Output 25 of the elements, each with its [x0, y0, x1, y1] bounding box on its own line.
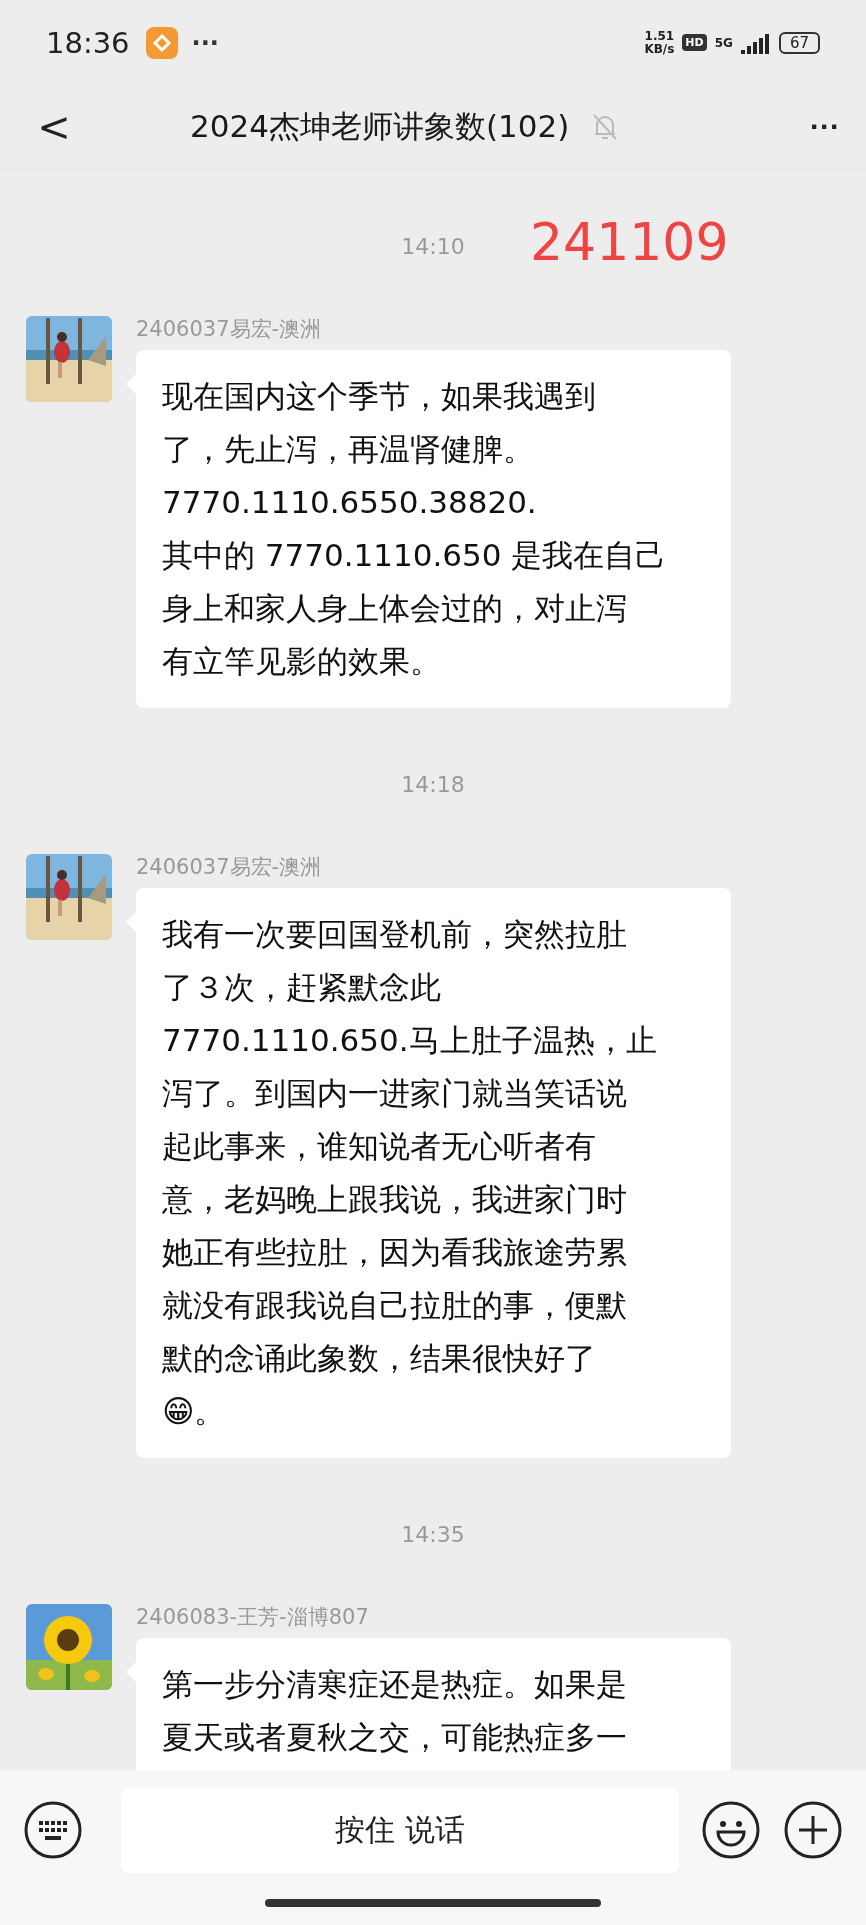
- sender-name: 2406037易宏-澳洲: [136, 316, 323, 342]
- date-note: 241109: [530, 212, 729, 272]
- add-button[interactable]: [783, 1800, 843, 1860]
- signal-icon: [740, 31, 771, 54]
- sender-name: 2406083-王芳-淄博807: [136, 1604, 370, 1630]
- message-bubble: 现在国内这个季节，如果我遇到 了，先止泻，再温肾健脾。 7770.1110.6550.38820. 其中的 7770.1110.650 是我在自己 身上和家人身上体会过的，对止泻 有立竿见影的效果。: [136, 350, 731, 708]
- more-notifications: ···: [191, 28, 219, 57]
- sender-name: 2406037易宏-澳洲: [136, 854, 323, 880]
- hold-to-talk-button[interactable]: 按住 说话: [121, 1787, 679, 1873]
- timestamp: 14:35: [401, 1521, 465, 1549]
- network-type: 5G: [714, 35, 733, 50]
- status-time: 18:36: [46, 25, 130, 60]
- hd-badge: HD: [682, 34, 707, 51]
- keyboard-button[interactable]: [23, 1800, 83, 1860]
- more-button[interactable]: ···: [810, 110, 840, 144]
- message-bubble: 我有一次要回国登机前，突然拉肚 了３次，赶紧默念此 7770.1110.650.马上肚子温热，止 泻了。到国内一进家门就当笑话说 起此事来，谁知说者无心听者有 意，老妈晚上跟我说，我进家门时 她正有些拉肚，因为看我旅途劳累 就没有跟我说自己拉肚的事，便默 默的念诵此象数，结果很快好了 😁。: [136, 888, 731, 1458]
- timestamp: 14:10: [401, 233, 465, 261]
- network-speed: 1.51 KB/s: [644, 29, 675, 56]
- emoji-button[interactable]: [701, 1800, 761, 1860]
- timestamp: 14:18: [401, 771, 465, 799]
- message-bubble: 第一步分清寒症还是热症。如果是 夏天或者夏秋之交，可能热症多一: [136, 1638, 731, 1770]
- app-icon: [145, 26, 178, 59]
- chat-title: 2024杰坤老师讲象数(102): [190, 107, 570, 146]
- battery-level: 67: [778, 31, 820, 54]
- back-button[interactable]: <: [34, 104, 74, 150]
